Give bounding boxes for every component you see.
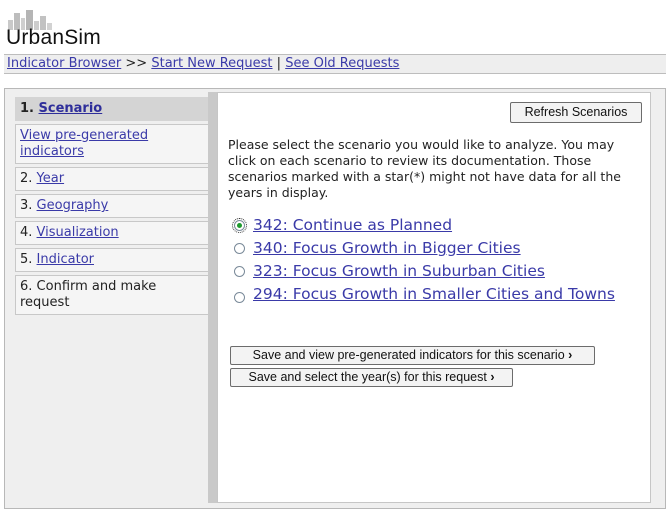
refresh-scenarios-button[interactable]: Refresh Scenarios — [510, 102, 642, 123]
save-select-year-button[interactable]: Save and select the year(s) for this req… — [230, 368, 513, 387]
steps-panel: 1. Scenario View pre-generated indicator… — [15, 97, 209, 318]
step-number: 6. — [20, 279, 33, 294]
step-year: 2. Year — [15, 167, 209, 191]
step-geography: 3. Geography — [15, 194, 209, 218]
scenario-link-294[interactable]: 294: Focus Growth in Smaller Cities and … — [253, 285, 615, 303]
step-view-pregenerated: View pre-generated indicators — [15, 124, 209, 164]
scenario-option: 294: Focus Growth in Smaller Cities and … — [234, 285, 642, 303]
scenario-link-340[interactable]: 340: Focus Growth in Bigger Cities — [253, 239, 521, 257]
step-indicator: 5. Indicator — [15, 248, 209, 272]
save-view-label: Save and view pre-generated indicators f… — [252, 348, 565, 362]
chevron-right-icon: › — [568, 348, 573, 362]
step-view-pregenerated-link[interactable]: View pre-generated indicators — [20, 128, 148, 159]
nav-start-new-request-link[interactable]: Start New Request — [151, 56, 272, 71]
save-view-pregenerated-button[interactable]: Save and view pre-generated indicators f… — [230, 346, 595, 365]
scenario-radio-323[interactable] — [234, 266, 245, 277]
save-select-label: Save and select the year(s) for this req… — [248, 370, 487, 384]
step-number: 4. — [20, 225, 33, 240]
step-scenario-link[interactable]: Scenario — [39, 101, 103, 116]
scenario-option: 323: Focus Growth in Suburban Cities — [234, 262, 642, 280]
step-confirm-label: Confirm and make request — [20, 279, 157, 310]
step-visualization-link[interactable]: Visualization — [37, 225, 119, 240]
step-scenario: 1. Scenario — [15, 97, 209, 121]
scenario-option: 340: Focus Growth in Bigger Cities — [234, 239, 642, 257]
breadcrumb: Indicator Browser >> Start New Request |… — [4, 54, 666, 74]
step-number: 1. — [20, 101, 34, 116]
step-confirm: 6. Confirm and make request — [15, 275, 209, 315]
nav-separator-bar: | — [276, 56, 282, 71]
wizard-frame: 1. Scenario View pre-generated indicator… — [4, 88, 666, 509]
step-geography-link[interactable]: Geography — [37, 198, 109, 213]
chevron-right-icon: › — [490, 370, 495, 384]
scenario-radio-340[interactable] — [234, 243, 245, 254]
scenario-radio-342[interactable] — [232, 218, 247, 233]
scenario-radio-294[interactable] — [234, 292, 245, 303]
panel-divider — [208, 92, 217, 503]
nav-separator-arrows: >> — [125, 56, 148, 71]
step-number: 3. — [20, 198, 33, 213]
instructions-text: Please select the scenario you would lik… — [228, 137, 621, 200]
step-number: 2. — [20, 171, 33, 186]
app-title: UrbanSim — [6, 26, 101, 49]
step-year-link[interactable]: Year — [37, 171, 65, 186]
scenario-option: 342: Continue as Planned — [232, 216, 642, 234]
step-number: 5. — [20, 252, 33, 267]
nav-indicator-browser-link[interactable]: Indicator Browser — [7, 56, 121, 71]
scenario-link-323[interactable]: 323: Focus Growth in Suburban Cities — [253, 262, 545, 280]
scenario-content: Refresh Scenarios Please select the scen… — [217, 92, 651, 503]
scenario-list: 342: Continue as Planned 340: Focus Grow… — [232, 216, 642, 308]
step-indicator-link[interactable]: Indicator — [37, 252, 94, 267]
nav-see-old-requests-link[interactable]: See Old Requests — [285, 56, 399, 71]
scenario-link-342[interactable]: 342: Continue as Planned — [253, 216, 452, 234]
step-visualization: 4. Visualization — [15, 221, 209, 245]
